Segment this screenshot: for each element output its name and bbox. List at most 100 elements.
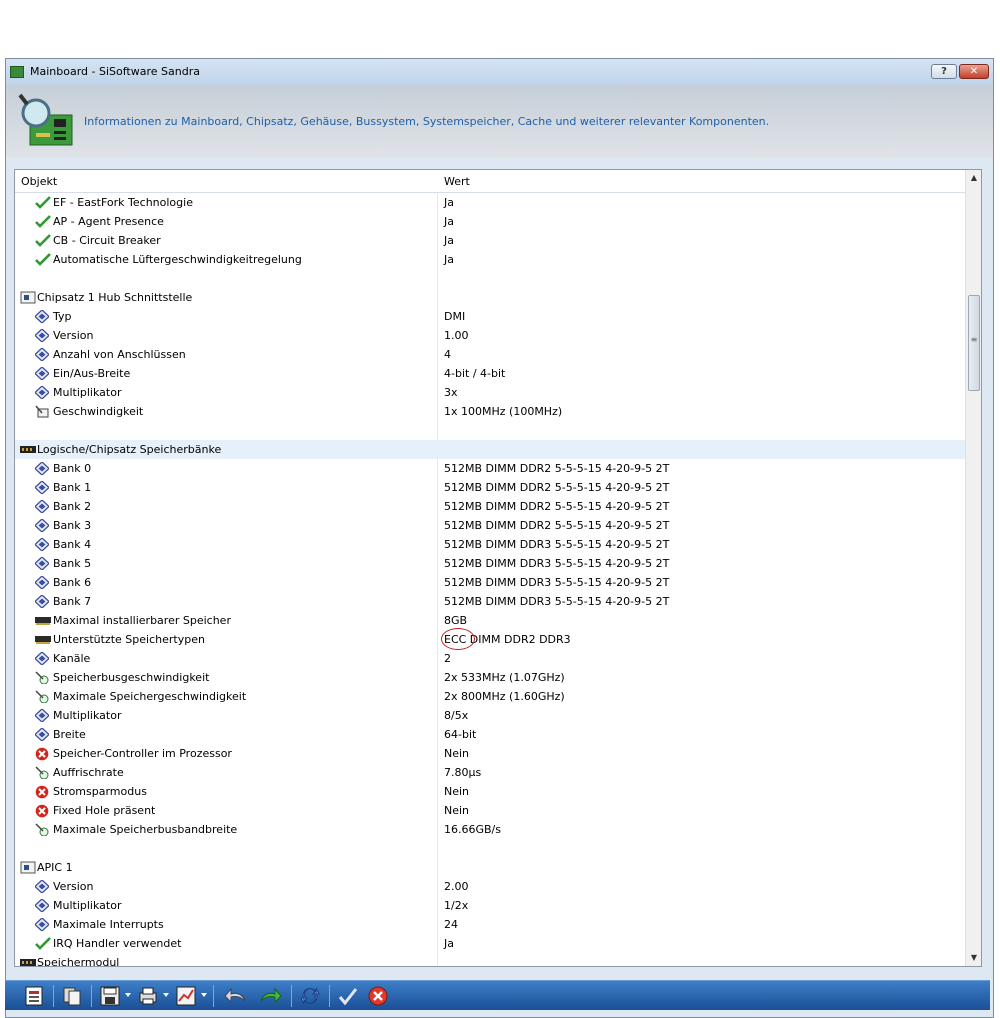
row-label: Speicher-Controller im Prozessor xyxy=(53,747,232,760)
ok-icon[interactable] xyxy=(337,985,359,1007)
diamond-icon xyxy=(34,480,50,495)
table-row[interactable]: Version 2.00 xyxy=(15,877,965,896)
row-label: Chipsatz 1 Hub Schnittstelle xyxy=(37,291,193,304)
help-button[interactable]: ? xyxy=(931,64,957,79)
table-row[interactable]: Bank 5 512MB DIMM DDR3 5-5-5-15 4-20-9-5 … xyxy=(15,554,965,573)
table-row[interactable]: Maximale Speichergeschwindigkeit 2x 800MH… xyxy=(15,687,965,706)
diamond-icon xyxy=(34,594,50,609)
row-label: Version xyxy=(53,329,94,342)
table-row[interactable]: Typ DMI xyxy=(15,307,965,326)
table-row[interactable]: Auffrischrate 7.80µs xyxy=(15,763,965,782)
table-row[interactable]: Bank 2 512MB DIMM DDR2 5-5-5-15 4-20-9-5 … xyxy=(15,497,965,516)
row-label: Ein/Aus-Breite xyxy=(53,367,131,380)
table-row[interactable]: Fixed Hole präsent Nein xyxy=(15,801,965,820)
copy-icon[interactable] xyxy=(61,985,83,1007)
table-row[interactable]: IRQ Handler verwendet Ja xyxy=(15,934,965,953)
table-row[interactable]: Geschwindigkeit 1x 100MHz (100MHz) xyxy=(15,402,965,421)
chip-icon xyxy=(20,861,36,874)
close-button[interactable]: ✕ xyxy=(959,64,989,79)
sandra-window: Mainboard - SiSoftware Sandra ? ✕ Inform… xyxy=(5,58,994,1018)
column-objekt[interactable]: Objekt xyxy=(21,175,57,188)
table-row[interactable]: Speicherbusgeschwindigkeit 2x 533MHz (1.0… xyxy=(15,668,965,687)
detail-rows: EF - EastFork Technologie Ja AP - Agent Pr… xyxy=(15,193,965,967)
table-row[interactable]: Multiplikator 8/5x xyxy=(15,706,965,725)
row-value: DMI xyxy=(444,310,466,323)
scroll-down-icon[interactable]: ▼ xyxy=(966,950,981,966)
row-label: Maximal installierbarer Speicher xyxy=(53,614,231,627)
row-label: Unterstützte Speichertypen xyxy=(53,633,205,646)
print-dropdown-icon[interactable] xyxy=(163,993,169,997)
table-row[interactable]: Unterstützte Speichertypen ECC DIMM DDR2 … xyxy=(15,630,965,649)
blank-row xyxy=(15,269,965,288)
chart-icon[interactable] xyxy=(175,985,197,1007)
diamond-icon xyxy=(34,537,50,552)
table-row[interactable]: Maximale Interrupts 24 xyxy=(15,915,965,934)
row-value: Ja xyxy=(444,937,454,950)
table-row[interactable]: Multiplikator 3x xyxy=(15,383,965,402)
row-value: 24 xyxy=(444,918,458,931)
back-icon[interactable] xyxy=(223,985,249,1007)
memory-stick-icon xyxy=(35,633,51,646)
section-row[interactable]: Chipsatz 1 Hub Schnittstelle xyxy=(15,288,965,307)
table-row[interactable]: Speicher-Controller im Prozessor Nein xyxy=(15,744,965,763)
column-header: Objekt Wert xyxy=(15,170,965,193)
scroll-up-icon[interactable]: ▲ xyxy=(966,170,981,186)
row-value: 2 xyxy=(444,652,451,665)
table-row[interactable]: Maximale Speicherbusbandbreite 16.66GB/s xyxy=(15,820,965,839)
column-wert[interactable]: Wert xyxy=(444,175,470,188)
row-label: Multiplikator xyxy=(53,899,122,912)
row-label: AP - Agent Presence xyxy=(53,215,164,228)
row-label: Version xyxy=(53,880,94,893)
table-row[interactable]: Bank 0 512MB DIMM DDR2 5-5-5-15 4-20-9-5 … xyxy=(15,459,965,478)
check-icon xyxy=(35,253,51,266)
table-row[interactable]: Anzahl von Anschlüssen 4 xyxy=(15,345,965,364)
row-label: Speichermodul xyxy=(37,956,120,967)
table-row[interactable]: Maximal installierbarer Speicher 8GB xyxy=(15,611,965,630)
mainboard-magnifier-icon xyxy=(18,93,73,146)
vertical-scrollbar[interactable]: ▲ ≡ ▼ xyxy=(965,170,981,966)
row-value: 512MB DIMM DDR3 5-5-5-15 4-20-9-5 2T xyxy=(444,595,670,608)
save-dropdown-icon[interactable] xyxy=(125,993,131,997)
table-row[interactable]: Kanäle 2 xyxy=(15,649,965,668)
row-value: 1/2x xyxy=(444,899,469,912)
diamond-icon xyxy=(34,708,50,723)
row-value: 512MB DIMM DDR3 5-5-5-15 4-20-9-5 2T xyxy=(444,538,670,551)
section-row[interactable]: APIC 1 xyxy=(15,858,965,877)
table-row[interactable]: EF - EastFork Technologie Ja xyxy=(15,193,965,212)
row-value: 1x 100MHz (100MHz) xyxy=(444,405,563,418)
save-icon[interactable] xyxy=(99,985,121,1007)
table-row[interactable]: Bank 6 512MB DIMM DDR3 5-5-5-15 4-20-9-5 … xyxy=(15,573,965,592)
title-bar[interactable]: Mainboard - SiSoftware Sandra ? ✕ xyxy=(6,59,993,85)
cancel-icon[interactable] xyxy=(367,985,389,1007)
row-value: 4 xyxy=(444,348,451,361)
table-row[interactable]: Bank 1 512MB DIMM DDR2 5-5-5-15 4-20-9-5 … xyxy=(15,478,965,497)
scroll-thumb[interactable]: ≡ xyxy=(968,295,980,391)
row-label: APIC 1 xyxy=(37,861,73,874)
table-row[interactable]: Bank 3 512MB DIMM DDR2 5-5-5-15 4-20-9-5 … xyxy=(15,516,965,535)
table-row[interactable]: AP - Agent Presence Ja xyxy=(15,212,965,231)
table-row[interactable]: Version 1.00 xyxy=(15,326,965,345)
refresh-icon[interactable] xyxy=(299,985,321,1007)
chip-icon xyxy=(20,291,36,304)
table-row[interactable]: Automatische Lüftergeschwindigkeitregelu… xyxy=(15,250,965,269)
forward-icon[interactable] xyxy=(257,985,283,1007)
bottom-toolbar xyxy=(5,980,990,1010)
chart-dropdown-icon[interactable] xyxy=(201,993,207,997)
table-row[interactable]: Bank 4 512MB DIMM DDR3 5-5-5-15 4-20-9-5 … xyxy=(15,535,965,554)
row-value: Nein xyxy=(444,804,470,817)
section-row[interactable]: Speichermodul xyxy=(15,953,965,967)
table-row[interactable]: Bank 7 512MB DIMM DDR3 5-5-5-15 4-20-9-5 … xyxy=(15,592,965,611)
table-row[interactable]: Breite 64-bit xyxy=(15,725,965,744)
section-row[interactable]: Logische/Chipsatz Speicherbänke xyxy=(15,440,965,459)
row-label: Logische/Chipsatz Speicherbänke xyxy=(37,443,222,456)
row-label: Bank 2 xyxy=(53,500,92,513)
row-value: 2x 800MHz (1.60GHz) xyxy=(444,690,565,703)
gauge-icon xyxy=(35,766,49,780)
table-row[interactable]: CB - Circuit Breaker Ja xyxy=(15,231,965,250)
row-label: Speicherbusgeschwindigkeit xyxy=(53,671,210,684)
report-icon[interactable] xyxy=(23,985,45,1007)
table-row[interactable]: Multiplikator 1/2x xyxy=(15,896,965,915)
table-row[interactable]: Ein/Aus-Breite 4-bit / 4-bit xyxy=(15,364,965,383)
table-row[interactable]: Stromsparmodus Nein xyxy=(15,782,965,801)
print-icon[interactable] xyxy=(137,985,159,1007)
